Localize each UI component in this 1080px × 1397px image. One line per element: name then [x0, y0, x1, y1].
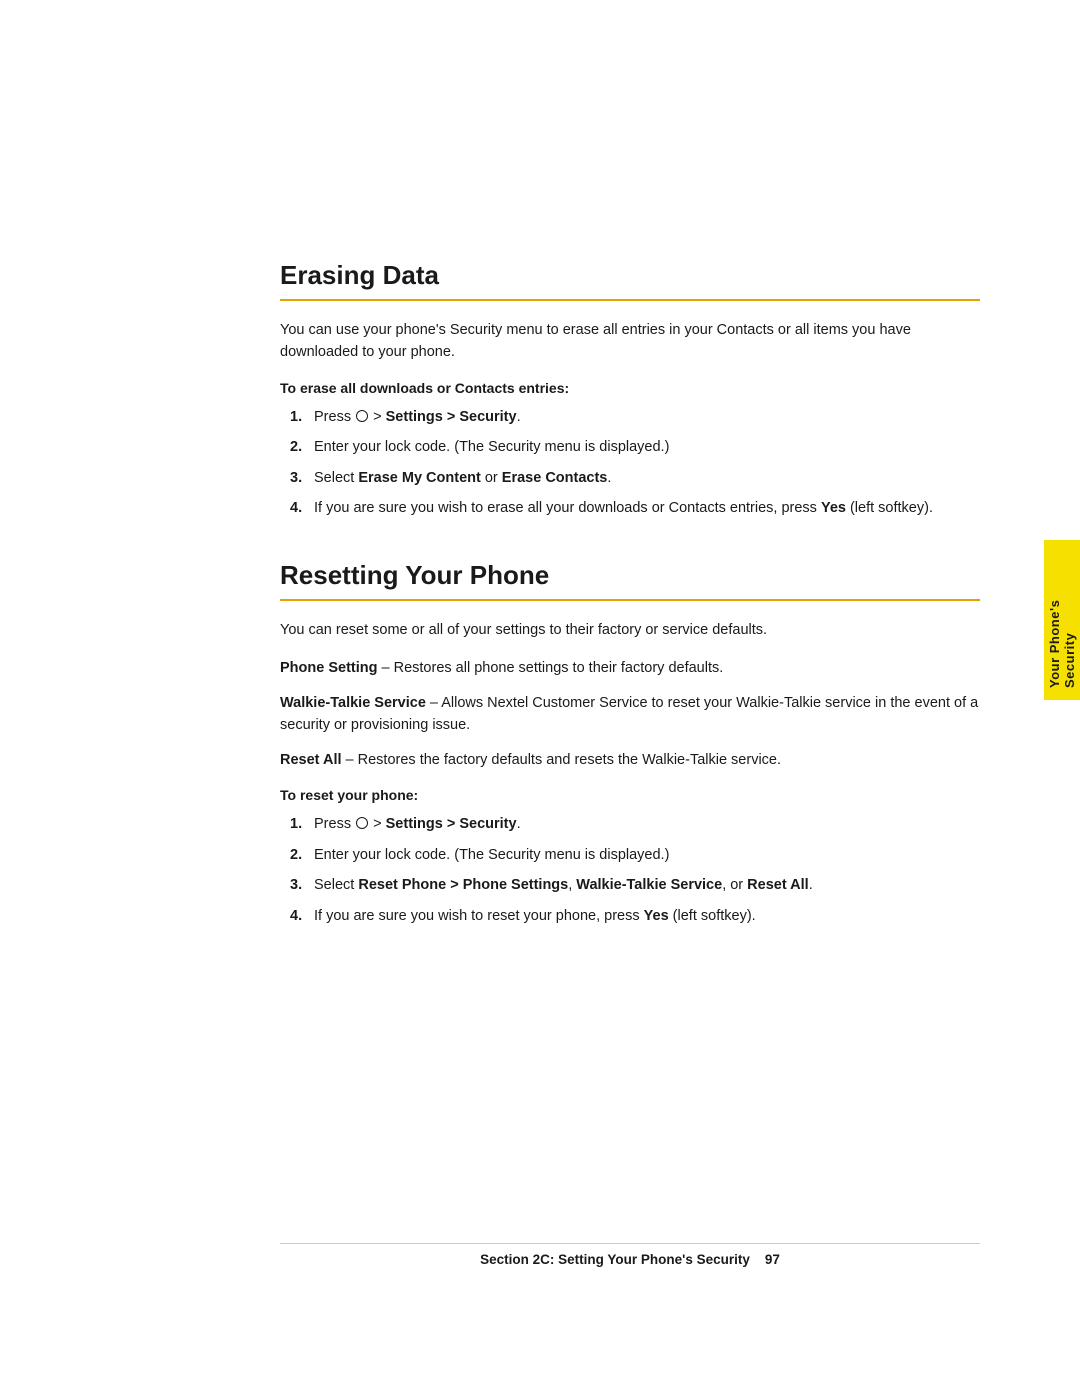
- step-bold3: Reset All: [747, 877, 809, 893]
- step-number: 3.: [290, 467, 302, 489]
- erasing-sub-heading: To erase all downloads or Contacts entri…: [280, 380, 980, 396]
- footer-text: Section 2C: Setting Your Phone's Securit…: [480, 1252, 750, 1267]
- step-number: 1.: [290, 813, 302, 835]
- resetting-title: Resetting Your Phone: [280, 560, 980, 601]
- erasing-steps-list: 1. Press > Settings > Security. 2. Enter…: [290, 406, 980, 520]
- step-text-before: If you are sure you wish to reset your p…: [314, 908, 644, 924]
- step-text: Enter your lock code. (The Security menu…: [314, 847, 669, 863]
- step-number: 2.: [290, 436, 302, 458]
- def-separator: –: [426, 695, 441, 711]
- step-bold: Yes: [644, 908, 669, 924]
- step-number: 4.: [290, 497, 302, 519]
- term-reset-all: Reset All: [280, 752, 342, 768]
- definition-reset-all: Reset All – Restores the factory default…: [280, 749, 980, 771]
- definition-phone-setting: Phone Setting – Restores all phone setti…: [280, 657, 980, 679]
- step-text-middle: >: [369, 409, 386, 425]
- step-text-after: .: [809, 877, 813, 893]
- side-tab: Your Phone's Security: [1044, 540, 1080, 700]
- side-tab-label: Your Phone's Security: [1047, 552, 1077, 688]
- resetting-step-1: 1. Press > Settings > Security.: [290, 813, 980, 835]
- resetting-intro: You can reset some or all of your settin…: [280, 619, 980, 641]
- step-text-after: (left softkey).: [669, 908, 756, 924]
- menu-circle-icon: [356, 410, 368, 422]
- erasing-title: Erasing Data: [280, 260, 980, 301]
- step-bold: Settings > Security: [386, 409, 517, 425]
- step-bold: Yes: [821, 500, 846, 516]
- page: Erasing Data You can use your phone's Se…: [0, 0, 1080, 1397]
- step-text-before: Press: [314, 816, 355, 832]
- step-text-before: Select: [314, 877, 358, 893]
- content-area: Erasing Data You can use your phone's Se…: [280, 260, 980, 927]
- definition-list: Phone Setting – Restores all phone setti…: [280, 657, 980, 771]
- resetting-phone-section: Resetting Your Phone You can reset some …: [280, 560, 980, 927]
- def-separator: –: [342, 752, 358, 768]
- resetting-step-2: 2. Enter your lock code. (The Security m…: [290, 844, 980, 866]
- erasing-step-4: 4. If you are sure you wish to erase all…: [290, 497, 980, 519]
- step-bold: Settings > Security: [386, 816, 517, 832]
- erasing-data-section: Erasing Data You can use your phone's Se…: [280, 260, 980, 520]
- step-text-middle: or: [481, 470, 502, 486]
- erasing-step-2: 2. Enter your lock code. (The Security m…: [290, 436, 980, 458]
- menu-circle-icon: [356, 817, 368, 829]
- step-number: 3.: [290, 874, 302, 896]
- step-text-before: Press: [314, 409, 355, 425]
- resetting-sub-heading: To reset your phone:: [280, 787, 980, 803]
- resetting-step-4: 4. If you are sure you wish to reset you…: [290, 905, 980, 927]
- step-text-middle: >: [369, 816, 386, 832]
- step-number: 4.: [290, 905, 302, 927]
- step-bold1: Erase My Content: [358, 470, 480, 486]
- def-separator: –: [377, 660, 393, 676]
- step-text-before: If you are sure you wish to erase all yo…: [314, 500, 821, 516]
- step-number: 1.: [290, 406, 302, 428]
- step-bold2: Erase Contacts: [502, 470, 608, 486]
- def-description: Restores the factory defaults and resets…: [358, 752, 781, 768]
- footer-page-number: 97: [765, 1252, 780, 1267]
- erasing-step-1: 1. Press > Settings > Security.: [290, 406, 980, 428]
- step-text: Enter your lock code. (The Security menu…: [314, 439, 669, 455]
- definition-walkie-talkie: Walkie-Talkie Service – Allows Nextel Cu…: [280, 692, 980, 737]
- step-text-after: (left softkey).: [846, 500, 933, 516]
- step-text-mid2: , or: [722, 877, 747, 893]
- term-phone-setting: Phone Setting: [280, 660, 377, 676]
- resetting-step-3: 3. Select Reset Phone > Phone Settings , …: [290, 874, 980, 896]
- term-walkie-talkie: Walkie-Talkie Service: [280, 695, 426, 711]
- erasing-step-3: 3. Select Erase My Content or Erase Cont…: [290, 467, 980, 489]
- erasing-intro: You can use your phone's Security menu t…: [280, 319, 980, 364]
- step-text-after: .: [517, 816, 521, 832]
- step-text-after: .: [517, 409, 521, 425]
- step-text-before: Select: [314, 470, 358, 486]
- page-footer: Section 2C: Setting Your Phone's Securit…: [280, 1243, 980, 1267]
- step-bold2: Walkie-Talkie Service: [576, 877, 722, 893]
- def-description: Restores all phone settings to their fac…: [394, 660, 724, 676]
- resetting-steps-list: 1. Press > Settings > Security. 2. Enter…: [290, 813, 980, 927]
- step-bold1: Reset Phone > Phone Settings: [358, 877, 568, 893]
- step-number: 2.: [290, 844, 302, 866]
- step-text-after: .: [607, 470, 611, 486]
